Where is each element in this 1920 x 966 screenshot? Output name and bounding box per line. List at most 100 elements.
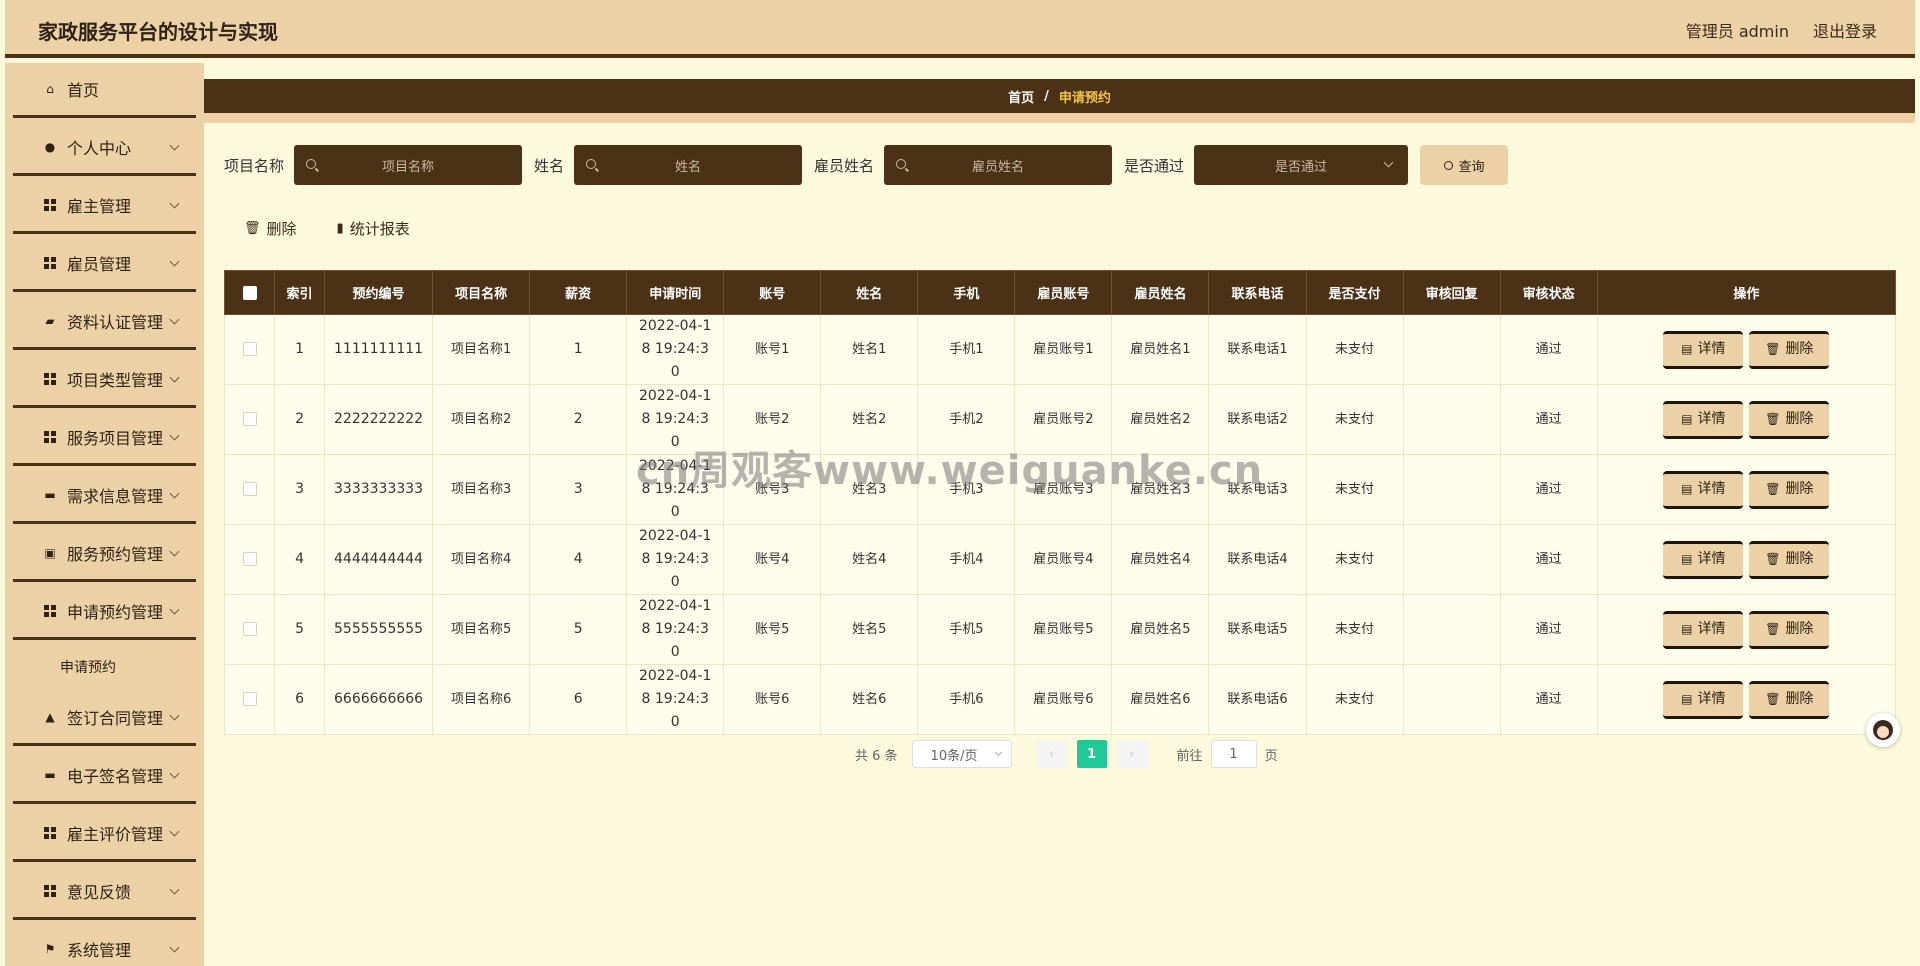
delete-button[interactable]: 🗑 删除 bbox=[1749, 330, 1830, 369]
sidebar-item-2[interactable]: 雇主管理 bbox=[13, 179, 196, 234]
breadcrumb-home[interactable]: 首页 bbox=[1008, 87, 1034, 106]
detail-button[interactable]: ▤ 详情 bbox=[1663, 680, 1744, 719]
table-cell: 1111111111 bbox=[324, 314, 434, 385]
bulk-delete-button[interactable]: 🗑 删除 bbox=[244, 218, 297, 239]
grid-icon bbox=[43, 604, 57, 618]
detail-button[interactable]: ▤ 详情 bbox=[1663, 470, 1744, 509]
select-all-cell bbox=[223, 270, 276, 315]
detail-button[interactable]: ▤ 详情 bbox=[1663, 330, 1744, 369]
sidebar-item-1[interactable]: ● 个人中心 bbox=[13, 121, 196, 176]
employee-name-label: 雇员姓名 bbox=[814, 156, 875, 175]
column-header: 姓名 bbox=[820, 270, 919, 315]
select-all-checkbox[interactable] bbox=[242, 285, 257, 300]
assistant-avatar[interactable] bbox=[1866, 713, 1900, 747]
chevron-down-icon bbox=[994, 748, 1002, 757]
delete-button-label: 删除 bbox=[1785, 551, 1814, 567]
chevron-down-icon bbox=[169, 942, 180, 953]
detail-button[interactable]: ▤ 详情 bbox=[1663, 610, 1744, 649]
name-input[interactable]: 姓名 bbox=[574, 145, 803, 185]
delete-button[interactable]: 🗑 删除 bbox=[1749, 680, 1830, 719]
chevron-down-icon bbox=[169, 314, 180, 325]
row-checkbox[interactable] bbox=[242, 482, 257, 496]
column-header: 索引 bbox=[274, 270, 326, 315]
column-header: 项目名称 bbox=[432, 270, 531, 315]
detail-button[interactable]: ▤ 详情 bbox=[1663, 400, 1744, 439]
delete-button[interactable]: 🗑 删除 bbox=[1749, 400, 1830, 439]
prev-page-button[interactable]: ‹ bbox=[1036, 740, 1067, 768]
table-cell: 账号1 bbox=[723, 314, 822, 385]
sidebar-item-8[interactable]: ▣ 服务预约管理 bbox=[13, 527, 196, 582]
trash-icon: 🗑 bbox=[1765, 622, 1781, 636]
row-checkbox[interactable] bbox=[242, 342, 257, 356]
sidebar-item-3[interactable]: 雇员管理 bbox=[13, 237, 196, 292]
row-select-cell bbox=[223, 524, 276, 595]
page-number-current[interactable]: 1 bbox=[1076, 740, 1107, 768]
next-page-button[interactable]: › bbox=[1116, 740, 1147, 768]
table-cell: 项目名称6 bbox=[432, 664, 531, 735]
sidebar-item-6[interactable]: 服务项目管理 bbox=[13, 411, 196, 466]
table-row: 4 4444444444 项目名称4 4 2022-04-18 19:24:30 账号4 姓… bbox=[223, 524, 1897, 595]
sidebar-item-5[interactable]: 项目类型管理 bbox=[13, 353, 196, 408]
monitor-icon: ▬ bbox=[44, 488, 56, 502]
sidebar-item-4[interactable]: ▰ 资料认证管理 bbox=[13, 295, 196, 350]
detail-button[interactable]: ▤ 详情 bbox=[1663, 540, 1744, 579]
message-icon: ▬ bbox=[44, 768, 56, 782]
sidebar-item-14[interactable]: ⚑ 系统管理 bbox=[13, 923, 196, 966]
sidebar-item-12[interactable]: 雇主评价管理 bbox=[13, 807, 196, 862]
table-row: 6 6666666666 项目名称6 6 2022-04-18 19:24:30 账号6 姓… bbox=[223, 664, 1897, 735]
page-size-select[interactable]: 10条/页 bbox=[911, 740, 1012, 768]
trash-icon: 🗑 bbox=[1765, 412, 1781, 426]
query-button[interactable]: 查询 bbox=[1420, 145, 1509, 185]
table-cell: 项目名称2 bbox=[432, 384, 531, 455]
employee-name-input[interactable]: 雇员姓名 bbox=[884, 145, 1113, 185]
table-cell: 未支付 bbox=[1305, 314, 1404, 385]
table-cell: 联系电话1 bbox=[1208, 314, 1307, 385]
chevron-left-icon: ‹ bbox=[1048, 746, 1055, 762]
row-checkbox[interactable] bbox=[242, 622, 257, 636]
table-cell: 4 bbox=[529, 524, 628, 595]
sidebar-item-9[interactable]: 申请预约管理 bbox=[13, 585, 196, 640]
detail-button-label: 详情 bbox=[1697, 341, 1726, 357]
sidebar-subitem-apply-appointment[interactable]: 申请预约 bbox=[13, 643, 196, 691]
row-select-cell bbox=[223, 314, 276, 385]
delete-button[interactable]: 🗑 删除 bbox=[1749, 610, 1830, 649]
column-header: 账号 bbox=[723, 270, 822, 315]
project-name-input[interactable]: 项目名称 bbox=[294, 145, 523, 185]
goto-page-input[interactable] bbox=[1210, 740, 1257, 768]
passed-select[interactable]: 是否通过 bbox=[1194, 145, 1409, 185]
table-cell: 未支付 bbox=[1305, 524, 1404, 595]
row-checkbox[interactable] bbox=[242, 692, 257, 706]
sidebar-item-10[interactable]: ▲ 签订合同管理 bbox=[13, 691, 196, 746]
row-actions: ▤ 详情 🗑 删除 bbox=[1596, 594, 1897, 665]
table-cell: 未支付 bbox=[1305, 594, 1404, 665]
delete-button-label: 删除 bbox=[1785, 481, 1814, 497]
sidebar-item-7[interactable]: ▬ 需求信息管理 bbox=[13, 469, 196, 524]
delete-button[interactable]: 🗑 删除 bbox=[1749, 540, 1830, 579]
project-name-label: 项目名称 bbox=[224, 156, 285, 175]
table-cell bbox=[1402, 454, 1501, 525]
row-checkbox[interactable] bbox=[242, 552, 257, 566]
table-cell: 姓名6 bbox=[820, 664, 919, 735]
report-button[interactable]: ▮ 统计报表 bbox=[337, 218, 410, 239]
apply-time: 2022-04-18 19:24:30 bbox=[638, 318, 712, 380]
bulk-delete-label: 删除 bbox=[266, 220, 297, 238]
sidebar: ⌂ 首页 ● 个人中心 雇主管理 雇员管理 ▰ 资料认证管理 项目类型管理 服务项目管理 ▬ 需求信息… bbox=[5, 63, 204, 966]
logout-link[interactable]: 退出登录 bbox=[1813, 18, 1877, 42]
sidebar-item-11[interactable]: ▬ 电子签名管理 bbox=[13, 749, 196, 804]
grid-icon bbox=[43, 372, 57, 386]
table-cell: 项目名称4 bbox=[432, 524, 531, 595]
column-header: 预约编号 bbox=[324, 270, 434, 315]
pagination: 共 6 条 10条/页 ‹ 1 › 前往 页 bbox=[855, 740, 1278, 768]
sidebar-item-label: 服务预约管理 bbox=[67, 545, 164, 564]
sidebar-item-0[interactable]: ⌂ 首页 bbox=[13, 63, 196, 118]
sidebar-item-label: 个人中心 bbox=[67, 139, 132, 158]
row-checkbox[interactable] bbox=[242, 412, 257, 426]
column-header: 薪资 bbox=[529, 270, 628, 315]
table-cell: 雇员姓名6 bbox=[1111, 664, 1210, 735]
search-icon bbox=[896, 159, 907, 169]
sidebar-item-13[interactable]: 意见反馈 bbox=[13, 865, 196, 920]
delete-button-label: 删除 bbox=[1785, 691, 1814, 707]
chevron-right-icon: › bbox=[1128, 746, 1135, 762]
goto-page: 前往 页 bbox=[1177, 740, 1278, 768]
delete-button[interactable]: 🗑 删除 bbox=[1749, 470, 1830, 509]
